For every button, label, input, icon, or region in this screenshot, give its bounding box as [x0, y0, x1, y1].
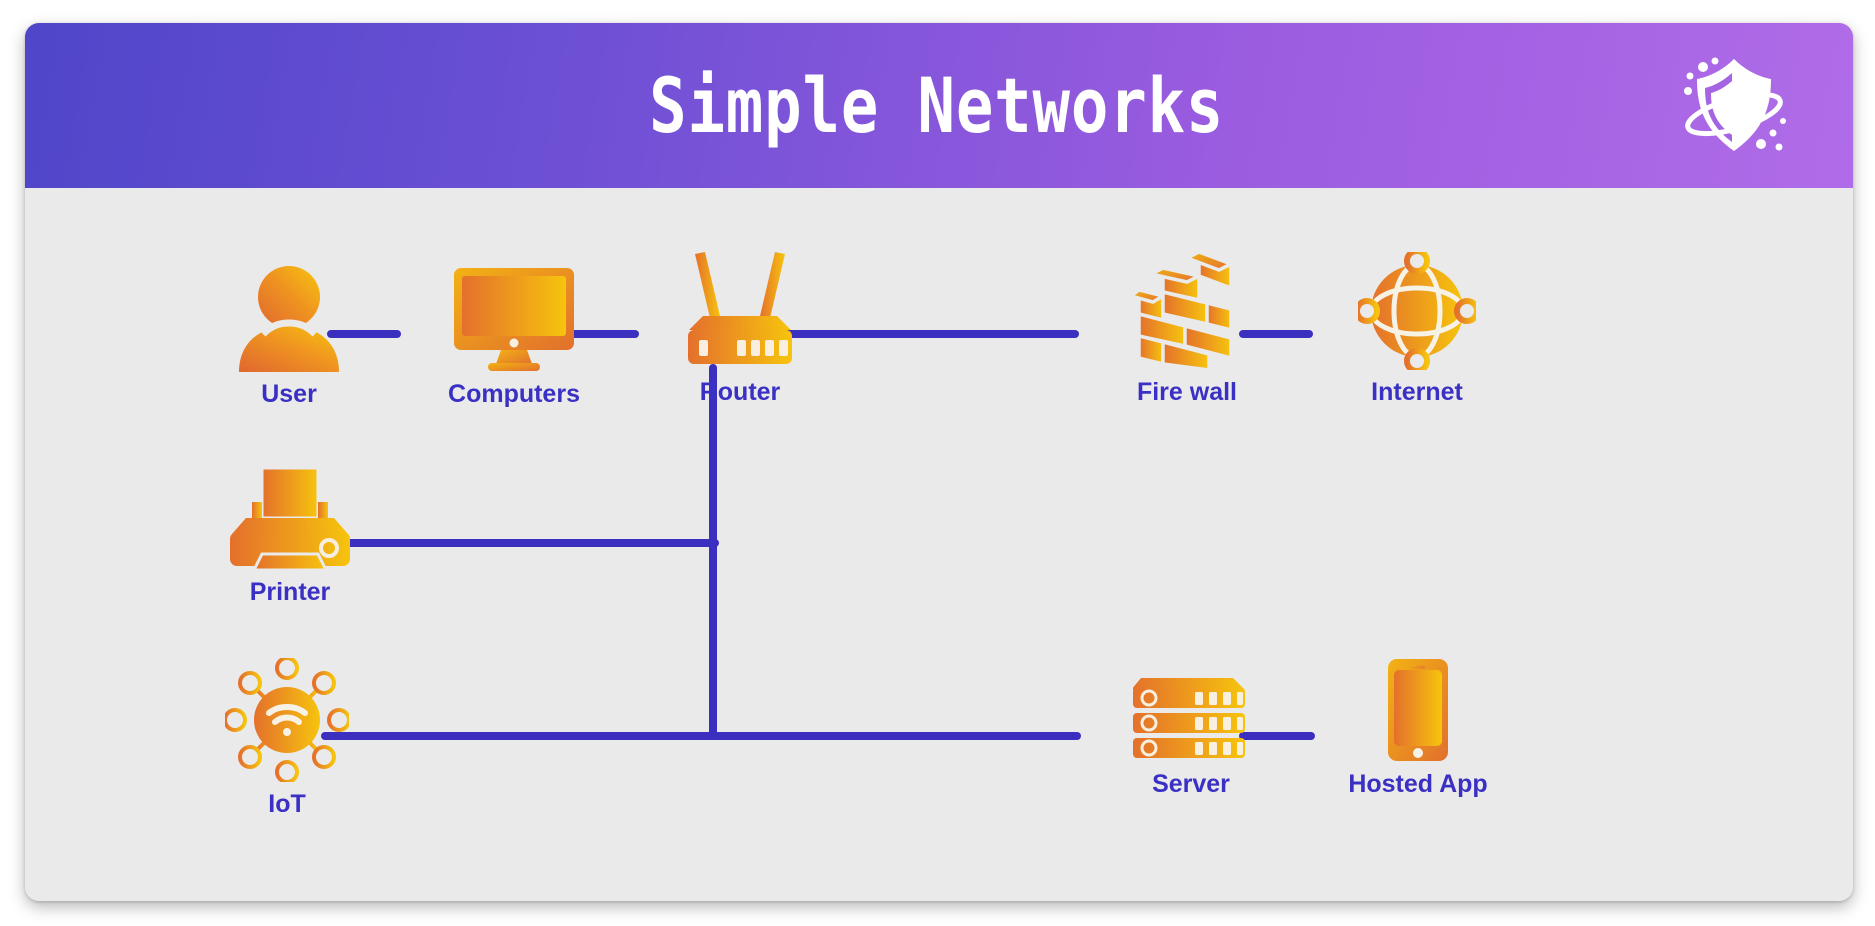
- header-bar: Simple Networks: [25, 23, 1853, 188]
- user-icon: [239, 266, 339, 372]
- node-label-hosted-app: Hosted App: [1348, 770, 1488, 798]
- node-router[interactable]: Router: [655, 246, 825, 407]
- node-iot[interactable]: IoT: [217, 658, 357, 819]
- node-label-router: Router: [699, 378, 781, 406]
- node-label-internet: Internet: [1371, 378, 1463, 406]
- node-firewall[interactable]: Fire wall: [1105, 246, 1269, 407]
- monitor-icon: [454, 268, 574, 371]
- diagram-canvas: User Computers Router Fire wall Internet…: [25, 188, 1853, 901]
- node-label-printer: Printer: [249, 578, 331, 606]
- node-server[interactable]: Server: [1111, 662, 1271, 799]
- smartphone-icon: [1388, 659, 1448, 761]
- node-user[interactable]: User: [221, 264, 357, 409]
- node-label-firewall: Fire wall: [1136, 378, 1238, 406]
- node-computers[interactable]: Computers: [425, 266, 603, 409]
- router-icon: [688, 252, 792, 364]
- node-label-computers: Computers: [448, 380, 580, 408]
- server-icon: [1133, 678, 1245, 758]
- node-internet[interactable]: Internet: [1337, 252, 1497, 407]
- diagram-card: Simple Networks User Computers Router Fi…: [25, 23, 1853, 901]
- node-label-user: User: [261, 380, 317, 408]
- shield-orbit-icon: [1684, 57, 1786, 151]
- page-root: Simple Networks User Computers Router Fi…: [0, 0, 1875, 926]
- node-label-server: Server: [1152, 770, 1230, 798]
- globe-icon: [1358, 252, 1476, 370]
- iot-wifi-icon: [225, 658, 349, 782]
- node-printer[interactable]: Printer: [221, 466, 359, 607]
- node-hosted-app[interactable]: Hosted App: [1337, 658, 1499, 799]
- brick-wall-icon: [1133, 250, 1233, 370]
- node-label-iot: IoT: [268, 790, 306, 818]
- page-title: Simple Networks: [649, 61, 1225, 150]
- printer-icon: [230, 466, 350, 570]
